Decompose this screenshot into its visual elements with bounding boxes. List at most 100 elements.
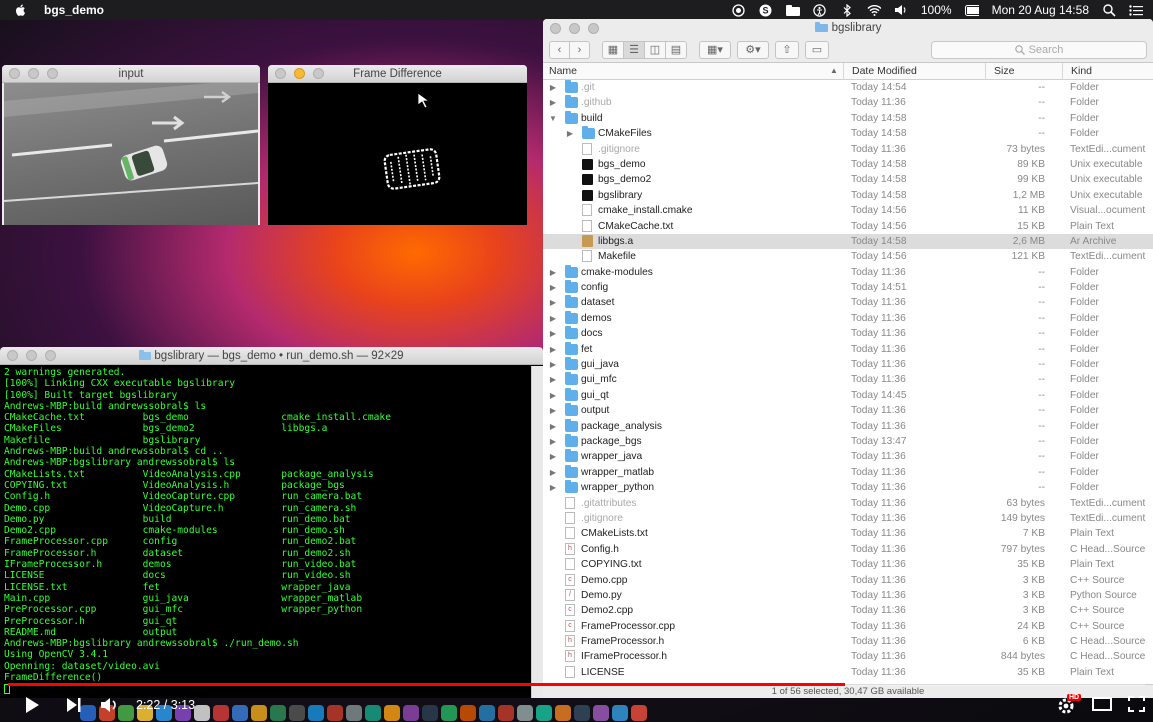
minimize-button[interactable] xyxy=(26,350,37,361)
file-row[interactable]: Makefile Today 14:56 121 KB TextEdi...cumen… xyxy=(543,249,1153,264)
minimize-button[interactable] xyxy=(294,68,305,79)
file-row[interactable]: h IFrameProcessor.h Today 11:36 844 bytes C … xyxy=(543,649,1153,664)
gallery-view-icon[interactable]: ▤ xyxy=(665,40,687,59)
file-row[interactable]: bgs_demo Today 14:58 89 KB Unix executable xyxy=(543,157,1153,172)
spotlight-search-icon[interactable] xyxy=(1102,3,1116,17)
search-field[interactable]: Search xyxy=(931,40,1147,59)
disclosure-open-icon[interactable]: ▼ xyxy=(549,111,557,126)
zoom-button[interactable] xyxy=(313,68,324,79)
disclosure-closed-icon[interactable]: ▶ xyxy=(549,342,557,357)
close-button[interactable] xyxy=(550,22,561,34)
volume-icon[interactable] xyxy=(894,3,908,17)
disclosure-closed-icon[interactable]: ▶ xyxy=(549,388,557,403)
column-size-header[interactable]: Size xyxy=(994,65,1014,77)
file-row[interactable]: ▶ wrapper_matlab Today 11:36 -- Folder xyxy=(543,464,1153,480)
file-row[interactable]: ▶ CMakeFiles Today 14:58 -- Folder xyxy=(543,126,1153,141)
app-name[interactable]: bgs_demo xyxy=(44,3,104,17)
file-list[interactable]: ▶ .git Today 14:54 -- Folder ▶ .github Today 11… xyxy=(543,80,1153,680)
file-row[interactable]: ▶ package_bgs Today 13:47 -- Folder xyxy=(543,433,1153,449)
column-name-header[interactable]: Name xyxy=(549,65,577,77)
zoom-button[interactable] xyxy=(47,68,58,79)
disclosure-closed-icon[interactable]: ▶ xyxy=(549,280,557,295)
file-row[interactable]: CMakeLists.txt Today 11:36 7 KB Plain Text xyxy=(543,526,1153,541)
folder-icon[interactable] xyxy=(785,3,800,17)
list-view-icon[interactable]: ☰ xyxy=(623,40,645,59)
file-row[interactable]: bgslibrary Today 14:58 1,2 MB Unix executab… xyxy=(543,188,1153,203)
file-row[interactable]: ▶ gui_java Today 11:36 -- Folder xyxy=(543,357,1153,372)
file-row[interactable]: libbgs.a Today 14:58 2,6 MB Ar Archive xyxy=(543,233,1153,250)
minimize-button[interactable] xyxy=(569,22,580,34)
battery-percent[interactable]: 100% xyxy=(921,3,952,17)
terminal-titlebar[interactable]: bgslibrary — bgs_demo • run_demo.sh — 92… xyxy=(0,347,543,365)
zoom-button[interactable] xyxy=(588,22,599,34)
file-row[interactable]: ▶ .git Today 14:54 -- Folder xyxy=(543,80,1153,95)
file-row[interactable]: ▶ demos Today 11:36 -- Folder xyxy=(543,310,1153,326)
file-row[interactable]: cmake_install.cmake Today 14:56 11 KB Visua… xyxy=(543,203,1153,218)
file-row[interactable]: ▶ wrapper_python Today 11:36 -- Folder xyxy=(543,480,1153,495)
file-row[interactable]: ▶ cmake-modules Today 11:36 -- Folder xyxy=(543,264,1153,280)
sort-ascending-icon[interactable]: ▲ xyxy=(830,66,838,75)
forward-button[interactable]: › xyxy=(569,40,590,59)
disclosure-closed-icon[interactable]: ▶ xyxy=(549,434,557,449)
terminal-window[interactable]: bgslibrary — bgs_demo • run_demo.sh — 92… xyxy=(0,347,543,698)
volume-icon[interactable] xyxy=(100,696,120,714)
file-row[interactable]: c Demo2.cpp Today 11:36 3 KB C++ Source xyxy=(543,603,1153,618)
column-view-icon[interactable]: ◫ xyxy=(644,40,666,59)
file-row[interactable]: CMakeCache.txt Today 14:56 15 KB Plain Text xyxy=(543,219,1153,234)
group-by-icon[interactable]: ▦▾ xyxy=(699,40,731,59)
finder-titlebar[interactable]: bgslibrary xyxy=(543,19,1153,37)
disclosure-closed-icon[interactable]: ▶ xyxy=(549,326,557,341)
file-row[interactable]: LICENSE Today 11:36 35 KB Plain Text xyxy=(543,665,1153,680)
close-button[interactable] xyxy=(9,68,20,79)
file-row[interactable]: .gitignore Today 11:36 73 bytes TextEdi...c… xyxy=(543,142,1153,157)
frame-difference-titlebar[interactable]: Frame Difference xyxy=(268,65,527,83)
video-progress-bar[interactable] xyxy=(8,683,1145,686)
bluetooth-icon[interactable] xyxy=(840,3,854,17)
share-icon[interactable]: ⇧ xyxy=(775,40,799,59)
disclosure-closed-icon[interactable]: ▶ xyxy=(549,80,557,95)
disclosure-closed-icon[interactable]: ▶ xyxy=(549,403,557,418)
battery-icon[interactable] xyxy=(964,3,979,17)
file-row[interactable]: ▶ wrapper_java Today 11:36 -- Folder xyxy=(543,449,1153,464)
terminal-scrollbar[interactable] xyxy=(531,366,543,698)
file-row[interactable]: COPYING.txt Today 11:36 35 KB Plain Text xyxy=(543,557,1153,572)
disclosure-closed-icon[interactable]: ▶ xyxy=(549,372,557,387)
input-window-titlebar[interactable]: input xyxy=(2,65,260,83)
zoom-button[interactable] xyxy=(45,350,56,361)
file-row[interactable]: ▶ gui_mfc Today 11:36 -- Folder xyxy=(543,372,1153,387)
file-row[interactable]: / Demo.py Today 11:36 3 KB Python Source xyxy=(543,588,1153,603)
file-row[interactable]: ▶ docs Today 11:36 -- Folder xyxy=(543,326,1153,341)
theater-mode-icon[interactable] xyxy=(1092,697,1112,711)
disclosure-closed-icon[interactable]: ▶ xyxy=(549,95,557,110)
action-gear-icon[interactable]: ⚙▾ xyxy=(737,40,769,59)
file-row[interactable]: ▼ build Today 14:58 -- Folder xyxy=(543,110,1153,126)
terminal-output[interactable]: 2 warnings generated. [100%] Linking CXX … xyxy=(0,366,531,698)
disclosure-closed-icon[interactable]: ▶ xyxy=(549,480,557,495)
file-row[interactable]: ▶ gui_qt Today 14:45 -- Folder xyxy=(543,387,1153,403)
finder-window[interactable]: bgslibrary ‹ › ▦ ☰ ◫ ▤ ▦▾ ⚙▾ ⇧ ▭ Search … xyxy=(543,19,1153,698)
close-button[interactable] xyxy=(275,68,286,79)
file-row[interactable]: ▶ fet Today 11:36 -- Folder xyxy=(543,341,1153,357)
disclosure-closed-icon[interactable]: ▶ xyxy=(549,311,557,326)
file-row[interactable]: bgs_demo2 Today 14:58 99 KB Unix executable xyxy=(543,172,1153,187)
back-button[interactable]: ‹ xyxy=(549,40,570,59)
file-row[interactable]: ▶ output Today 11:36 -- Folder xyxy=(543,403,1153,418)
input-window[interactable]: input xyxy=(2,65,260,225)
skype-icon[interactable]: S xyxy=(759,3,773,17)
accessibility-icon[interactable] xyxy=(813,3,827,17)
fullscreen-icon[interactable] xyxy=(1128,696,1145,712)
settings-icon[interactable]: HD xyxy=(1057,694,1082,715)
file-row[interactable]: h Config.h Today 11:36 797 bytes C Head...So… xyxy=(543,542,1153,557)
disclosure-closed-icon[interactable]: ▶ xyxy=(549,419,557,434)
disclosure-closed-icon[interactable]: ▶ xyxy=(566,126,574,141)
next-icon[interactable] xyxy=(66,697,82,713)
file-row[interactable]: c FrameProcessor.cpp Today 11:36 24 KB C++ S… xyxy=(543,619,1153,634)
apple-icon[interactable] xyxy=(14,3,28,17)
play-icon[interactable] xyxy=(24,696,40,714)
icon-view-icon[interactable]: ▦ xyxy=(602,40,624,59)
disclosure-closed-icon[interactable]: ▶ xyxy=(549,295,557,310)
file-row[interactable]: h FrameProcessor.h Today 11:36 6 KB C Head..… xyxy=(543,634,1153,649)
file-row[interactable]: c Demo.cpp Today 11:36 3 KB C++ Source xyxy=(543,573,1153,588)
file-row[interactable]: ▶ config Today 14:51 -- Folder xyxy=(543,280,1153,295)
file-row[interactable]: ▶ package_analysis Today 11:36 -- Folder xyxy=(543,418,1153,434)
